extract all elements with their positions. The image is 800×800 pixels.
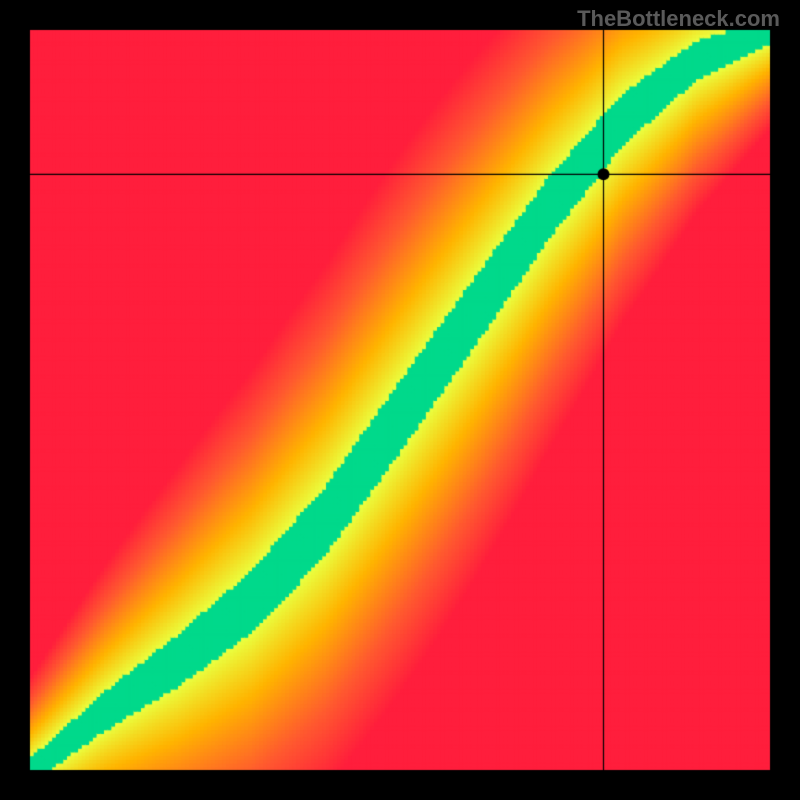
bottleneck-heatmap: [0, 0, 800, 800]
watermark-text: TheBottleneck.com: [577, 6, 780, 32]
